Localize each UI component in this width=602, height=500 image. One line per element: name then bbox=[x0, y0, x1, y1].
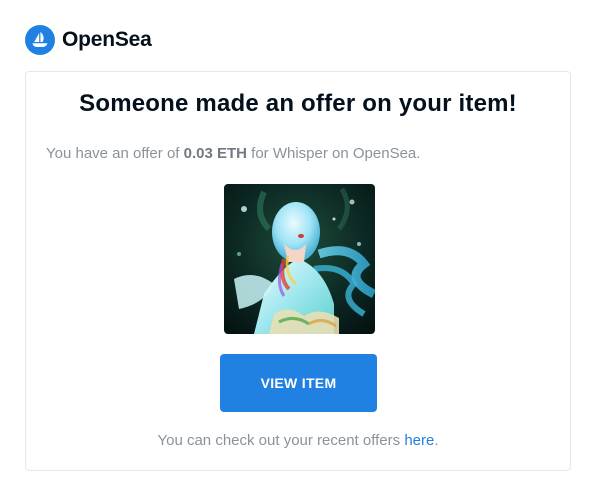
email-page: OpenSea Someone made an offer on your it… bbox=[0, 0, 602, 500]
offer-message-prefix: You have an offer of bbox=[46, 145, 184, 162]
offer-message: You have an offer of 0.03 ETH for Whispe… bbox=[46, 145, 420, 162]
nft-artwork-image[interactable] bbox=[224, 184, 375, 334]
footer-text: You can check out your recent offers bbox=[157, 432, 405, 449]
offer-card: Someone made an offer on your item! You … bbox=[25, 71, 571, 471]
opensea-ship-icon bbox=[25, 25, 55, 55]
view-item-button[interactable]: VIEW ITEM bbox=[220, 354, 377, 412]
offer-headline: Someone made an offer on your item! bbox=[79, 90, 517, 117]
brand-name: OpenSea bbox=[62, 28, 152, 51]
footer-end: . bbox=[434, 432, 439, 449]
footer-note: You can check out your recent offers her… bbox=[26, 432, 570, 449]
offer-message-suffix: for Whisper on OpenSea. bbox=[247, 145, 421, 162]
recent-offers-link[interactable]: here bbox=[404, 432, 434, 449]
offer-amount: 0.03 ETH bbox=[183, 145, 247, 162]
email-header: OpenSea bbox=[25, 25, 152, 55]
